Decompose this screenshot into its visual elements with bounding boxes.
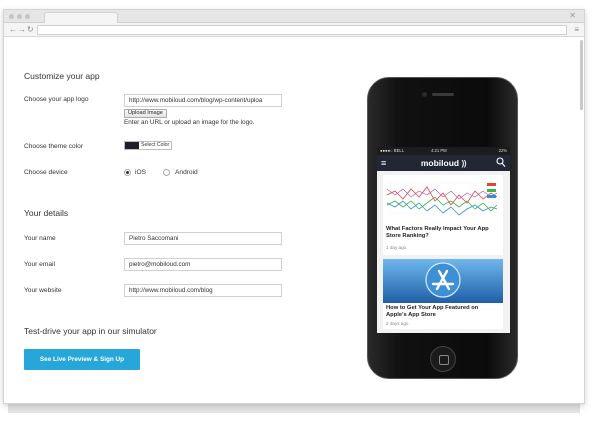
select-color-label: Select Color (141, 142, 170, 148)
customize-heading: Customize your app (24, 71, 100, 81)
window-dot-close[interactable] (9, 14, 14, 19)
app-logo: mobiloud )) (377, 157, 510, 169)
app-store-icon (425, 262, 461, 298)
scrollbar[interactable] (580, 40, 583, 110)
browser-tab[interactable] (44, 12, 118, 23)
status-battery: 22% (498, 148, 507, 153)
email-label: Your email (24, 261, 55, 268)
phone-camera (422, 92, 427, 97)
browser-forward-icon[interactable]: → (18, 24, 26, 36)
theme-color-picker[interactable]: Select Color (124, 141, 172, 150)
app-logo-text: mobiloud (420, 158, 460, 168)
browser-titlebar: ✕ (4, 10, 584, 23)
device-option-android: Android (175, 169, 198, 176)
simulator-heading: Test-drive your app in our simulator (24, 326, 157, 336)
logo-hint: Enter an URL or upload an image for the … (124, 119, 255, 126)
app-store-thumbnail (383, 259, 503, 303)
chart-thumbnail (383, 175, 503, 224)
app-header: ≡ mobiloud )) (377, 155, 510, 171)
logo-url-input[interactable]: http://www.mobiloud.com/blog/wp-content/… (124, 94, 282, 107)
article-card[interactable]: What Factors Really Impact Your App Stor… (383, 175, 503, 255)
phone-status-bar: ●●●●○ BELL 4:21 PM 22% (377, 147, 510, 155)
phone-simulator: ●●●●○ BELL 4:21 PM 22% ≡ mobiloud )) Wha… (367, 77, 518, 379)
device-option-ios: iOS (135, 169, 146, 176)
page-viewport: Customize your app Choose your app logo … (4, 38, 584, 403)
phone-screen: ●●●●○ BELL 4:21 PM 22% ≡ mobiloud )) Wha… (377, 147, 510, 333)
live-preview-signup-button[interactable]: See Live Preview & Sign Up (24, 349, 140, 370)
website-label: Your website (24, 287, 62, 294)
screenshot-canvas: ✕ ← → ↻ ≡ Customize your app Choose your… (0, 0, 597, 425)
browser-back-icon[interactable]: ← (9, 24, 17, 36)
article-title: How to Get Your App Featured on Apple's … (386, 305, 479, 319)
browser-reload-icon[interactable]: ↻ (27, 24, 34, 36)
status-carrier: ●●●●○ BELL (380, 148, 405, 153)
article-card[interactable]: How to Get Your App Featured on Apple's … (383, 259, 503, 329)
article-date: 2 days ago (386, 321, 409, 326)
status-time: 4:21 PM (431, 148, 447, 153)
phone-home-button[interactable] (430, 346, 456, 372)
device-radio-android[interactable] (163, 169, 170, 176)
window-dot-minimize[interactable] (17, 14, 22, 19)
logo-label: Choose your app logo (24, 96, 89, 103)
name-label: Your name (24, 235, 56, 242)
device-radio-ios[interactable] (124, 169, 131, 176)
browser-window: ✕ ← → ↻ ≡ Customize your app Choose your… (3, 9, 585, 404)
article-title: What Factors Really Impact Your App Stor… (386, 226, 489, 240)
window-dot-maximize[interactable] (25, 14, 30, 19)
article-date: 1 day ago (386, 245, 407, 250)
browser-menu-icon[interactable]: ≡ (574, 24, 579, 36)
name-input[interactable]: Pietro Saccomani (124, 232, 282, 245)
frame-shadow (8, 403, 580, 413)
theme-color-swatch (125, 142, 139, 149)
window-close-icon[interactable]: ✕ (569, 11, 576, 21)
email-input[interactable]: pietro@mobiloud.com (124, 258, 282, 271)
app-logo-mark: )) (461, 158, 467, 168)
theme-color-label: Choose theme color (24, 143, 84, 150)
device-label: Choose device (24, 169, 68, 176)
address-bar[interactable] (37, 25, 567, 35)
phone-earpiece (432, 93, 454, 96)
search-icon[interactable] (496, 157, 506, 168)
upload-image-button[interactable]: Upload Image (124, 109, 167, 118)
website-input[interactable]: http://www.mobiloud.com/blog (124, 284, 282, 297)
browser-toolbar: ← → ↻ ≡ (4, 23, 584, 37)
details-heading: Your details (24, 208, 69, 218)
